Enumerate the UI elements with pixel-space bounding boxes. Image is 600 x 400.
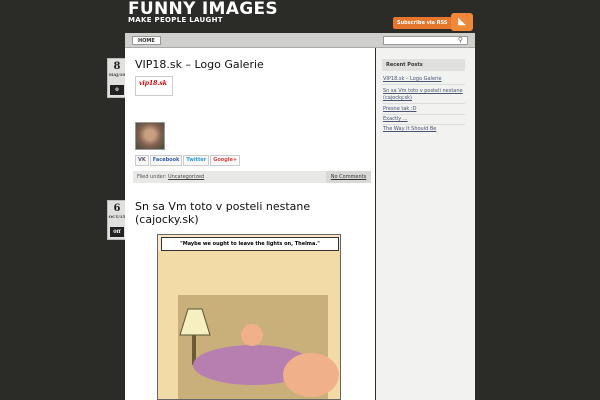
sidebar: Recent Posts VIP18.sk – Logo Galerie Sn …: [376, 48, 475, 400]
share-bar: VK Facebook Twitter Google+: [135, 155, 241, 167]
comments-link[interactable]: No Comments: [326, 171, 371, 183]
twitter-label: Twitter: [186, 157, 207, 163]
post-date-badge: 6 OCT/15 0ff: [107, 200, 127, 240]
divider: [382, 84, 465, 85]
site-header: FUNNY IMAGES MAKE PEOPLE LAUGHT Subscrib…: [0, 0, 600, 32]
share-vk-button[interactable]: VK: [135, 155, 149, 166]
nav-bar: HOME ⚲: [125, 33, 475, 48]
rss-subscribe-button[interactable]: Subscribe via RSS ◣: [393, 13, 473, 31]
facebook-label: Facebook: [152, 157, 180, 163]
main-content: VIP18.sk – Logo Galerie vip18.sk VK Faceb…: [125, 48, 375, 400]
post-thumbnail[interactable]: [135, 122, 165, 150]
post-logo-image[interactable]: vip18.sk: [135, 76, 173, 96]
recent-post-link[interactable]: Exactly ...: [383, 116, 468, 123]
post-date-badge: 8 MAJ/10 0: [107, 58, 127, 98]
share-facebook-button[interactable]: Facebook: [149, 155, 183, 166]
date-day: 6: [113, 203, 121, 214]
rss-label: Subscribe via RSS: [397, 20, 448, 26]
search-icon[interactable]: ⚲: [458, 36, 463, 44]
recent-post-link[interactable]: The Way It Should Be: [383, 126, 468, 133]
search-input[interactable]: ⚲: [383, 36, 468, 45]
recent-posts-heading: Recent Posts: [382, 59, 465, 71]
vk-label: VK: [138, 157, 146, 163]
filed-label: Filed under:: [137, 174, 167, 180]
cartoon-illustration: [158, 251, 340, 399]
comment-count-badge[interactable]: 0: [110, 85, 124, 95]
google-label: Google+: [213, 157, 238, 163]
share-google-button[interactable]: Google+: [210, 155, 241, 166]
divider: [382, 103, 465, 104]
post-title[interactable]: VIP18.sk – Logo Galerie: [135, 58, 264, 71]
post-meta-bar: Filed under: Uncategorized No Comments: [133, 171, 371, 183]
site-tagline: MAKE PEOPLE LAUGHT: [128, 16, 223, 24]
cartoon-image[interactable]: "Maybe we ought to leave the lights on, …: [157, 234, 341, 400]
rss-icon: ◣: [451, 13, 473, 31]
comment-count-badge[interactable]: 0ff: [110, 227, 124, 237]
date-month: OCT/15: [108, 214, 126, 219]
share-twitter-button[interactable]: Twitter: [183, 155, 210, 166]
post-title[interactable]: Sn sa Vm toto v posteli nestane (cajocky…: [135, 200, 367, 226]
recent-post-link[interactable]: Presne tak :D: [383, 106, 468, 113]
nav-home-link[interactable]: HOME: [132, 36, 161, 45]
date-day: 8: [113, 61, 121, 72]
recent-post-link[interactable]: VIP18.sk – Logo Galerie: [383, 76, 468, 83]
recent-post-link[interactable]: Sn sa Vm toto v posteli nestane (cajocky…: [383, 88, 468, 102]
divider: [382, 124, 465, 125]
category-link[interactable]: Uncategorized: [168, 174, 204, 180]
cartoon-caption: "Maybe we ought to leave the lights on, …: [161, 237, 339, 251]
date-month: MAJ/10: [108, 72, 126, 77]
divider: [382, 114, 465, 115]
